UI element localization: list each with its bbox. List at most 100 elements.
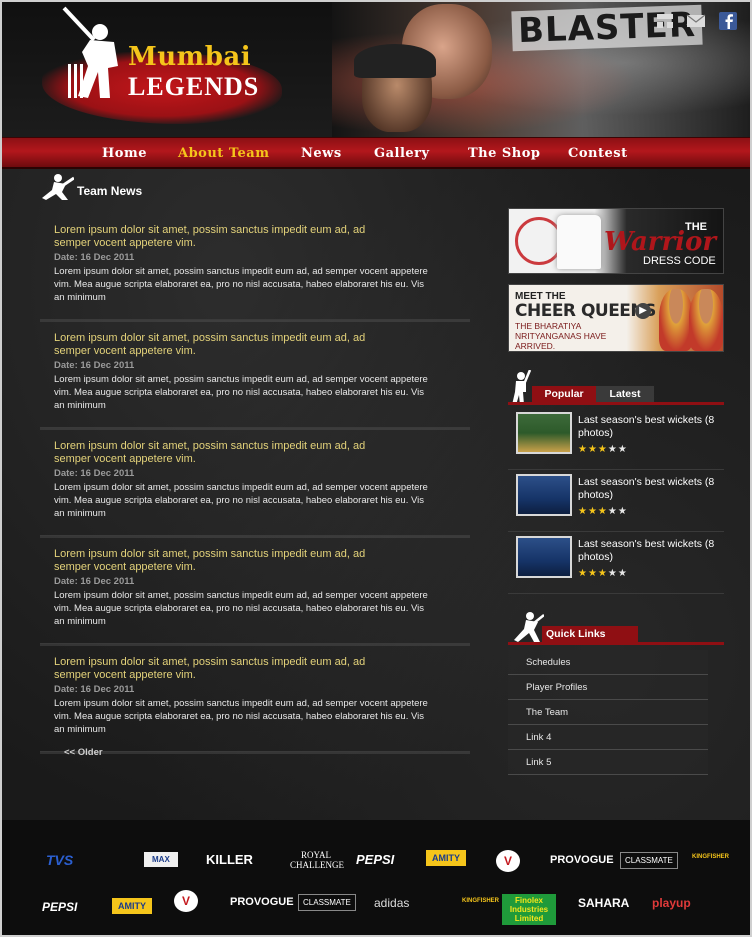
quick-link-the-team[interactable]: The Team [508,700,708,725]
media-item: Last season's best wickets (8 photos) ★★… [508,532,724,594]
rating-stars: ★★★★★ [578,444,628,455]
sponsor-logo-pepsi[interactable]: PEPSI [42,900,77,914]
section-title: Team News [77,184,143,198]
batsman-icon [512,370,532,405]
logo-text-mumbai[interactable]: Mumbai [128,42,251,72]
news-item: Lorem ipsum dolor sit amet, possim sanct… [40,320,470,430]
media-list: Last season's best wickets (8 photos) ★★… [508,408,724,594]
quick-link-player-profiles[interactable]: Player Profiles [508,675,708,700]
news-body: Lorem ipsum dolor sit amet, possim sanct… [54,374,428,411]
team-news-header: Team News [32,172,502,202]
news-title-link[interactable]: Lorem ipsum dolor sit amet, possim sanct… [54,440,384,466]
nav-contest[interactable]: Contest [568,146,628,161]
sponsor-logo-finolex[interactable]: Finolex Industries Limited [502,894,556,925]
sponsor-logo-playup[interactable]: playup [652,896,691,910]
page-frame: Mumbai LEGENDS BLASTER Home About Team N… [0,0,752,937]
media-item: Last season's best wickets (8 photos) ★★… [508,470,724,532]
facebook-icon[interactable] [718,12,738,30]
news-title-link[interactable]: Lorem ipsum dolor sit amet, possim sanct… [54,224,384,250]
quick-link-schedules[interactable]: Schedules [508,650,708,675]
sponsor-logo-killer[interactable]: KILLER [206,852,253,867]
quick-links-list: Schedules Player Profiles The Team Link … [508,650,708,775]
dancer-image [659,289,693,351]
stamp-icon [515,217,563,265]
older-posts-link[interactable]: << Older [64,747,103,758]
site-header: Mumbai LEGENDS BLASTER [2,2,750,137]
sponsor-logo-royal-challenge[interactable]: ROYAL CHALLENGE [290,850,344,870]
rating-stars: ★★★★★ [578,568,628,579]
sponsor-logo-valvoline[interactable]: V [174,890,198,912]
news-item: Lorem ipsum dolor sit amet, possim sanct… [40,212,470,322]
nav-news[interactable]: News [301,146,342,161]
quick-links-title: Quick Links [542,626,638,642]
quick-link-4[interactable]: Link 4 [508,725,708,750]
sponsors-bar: TVS MAX KILLER ROYAL CHALLENGE PEPSI AMI… [2,820,750,935]
tabs-underline [508,402,724,405]
cheer-queens-banner[interactable]: MEET THE CHEER QUEENS ▶ THE BHARATIYA NR… [508,284,724,352]
main-nav: Home About Team News Gallery The Shop Co… [2,137,750,169]
media-thumbnail[interactable] [516,474,572,516]
sponsor-logo-amity[interactable]: AMITY [112,898,152,914]
warrior-the: THE [685,221,707,233]
media-title-link[interactable]: Last season's best wickets (8 photos) [578,414,722,440]
news-body: Lorem ipsum dolor sit amet, possim sanct… [54,698,428,735]
cheer-subtitle: THE BHARATIYA NRITYANGANAS HAVE ARRIVED. [515,321,607,351]
news-body: Lorem ipsum dolor sit amet, possim sanct… [54,482,428,519]
tab-latest[interactable]: Latest [596,386,654,402]
nav-the-shop[interactable]: The Shop [468,146,541,161]
quick-link-5[interactable]: Link 5 [508,750,708,775]
news-list: Lorem ipsum dolor sit amet, possim sanct… [40,212,470,754]
mail-icon[interactable] [686,12,706,30]
quick-links-header: Quick Links [508,610,724,650]
batsman-icon [514,612,544,642]
media-title-link[interactable]: Last season's best wickets (8 photos) [578,476,722,502]
nav-about-team[interactable]: About Team [178,146,269,161]
media-item: Last season's best wickets (8 photos) ★★… [508,408,724,470]
sponsor-logo-amity[interactable]: AMITY [426,850,466,866]
nav-home[interactable]: Home [102,146,147,161]
media-thumbnail[interactable] [516,412,572,454]
sponsor-logo-classmate[interactable]: CLASSMATE [298,894,356,911]
news-body: Lorem ipsum dolor sit amet, possim sanct… [54,590,428,627]
sponsor-logo-tvs[interactable]: TVS [46,852,73,868]
nav-gallery[interactable]: Gallery [374,146,430,161]
sponsor-logo-classmate[interactable]: CLASSMATE [620,852,678,869]
warrior-subtitle: DRESS CODE [643,255,716,267]
quick-links-underline [508,642,724,645]
news-title-link[interactable]: Lorem ipsum dolor sit amet, possim sanct… [54,656,384,682]
news-body: Lorem ipsum dolor sit amet, possim sanct… [54,266,428,303]
sponsor-logo-valvoline[interactable]: V [496,850,520,872]
hero-player-cap [354,44,436,78]
news-item: Lorem ipsum dolor sit amet, possim sanct… [40,536,470,646]
jersey-image [557,215,601,269]
rating-stars: ★★★★★ [578,506,628,517]
sponsor-logo-max[interactable]: MAX [144,852,178,867]
sponsor-logo-kingfisher[interactable]: KINGFISHER [692,854,729,860]
sponsor-logo-kingfisher[interactable]: KINGFISHER [462,898,499,904]
sponsor-logo-provogue[interactable]: PROVOGUE [230,896,294,908]
news-item: Lorem ipsum dolor sit amet, possim sanct… [40,644,470,754]
news-date: Date: 16 Dec 2011 [54,576,135,587]
news-date: Date: 16 Dec 2011 [54,360,135,371]
media-thumbnail[interactable] [516,536,572,578]
sponsor-logo-sahara[interactable]: SAHARA [578,896,629,910]
sponsor-logo-provogue[interactable]: PROVOGUE [550,854,614,866]
news-title-link[interactable]: Lorem ipsum dolor sit amet, possim sanct… [54,548,384,574]
news-date: Date: 16 Dec 2011 [54,684,135,695]
news-title-link[interactable]: Lorem ipsum dolor sit amet, possim sanct… [54,332,384,358]
warrior-dress-code-banner[interactable]: Warrior THE DRESS CODE [508,208,724,274]
news-item: Lorem ipsum dolor sit amet, possim sanct… [40,428,470,538]
arrow-right-icon[interactable]: ▶ [635,303,651,319]
tab-popular[interactable]: Popular [532,386,596,402]
logo-text-legends[interactable]: LEGENDS [128,72,259,102]
news-date: Date: 16 Dec 2011 [54,252,135,263]
sponsor-logo-pepsi[interactable]: PEPSI [356,852,394,867]
sponsor-logo-adidas[interactable]: adidas [374,896,409,910]
dancer-image [689,289,723,351]
media-title-link[interactable]: Last season's best wickets (8 photos) [578,538,722,564]
batsman-logo-icon [62,6,118,98]
sitemap-icon[interactable] [655,12,675,30]
media-tabs: Popular Latest [508,370,724,405]
news-date: Date: 16 Dec 2011 [54,468,135,479]
batsman-icon [42,174,74,200]
